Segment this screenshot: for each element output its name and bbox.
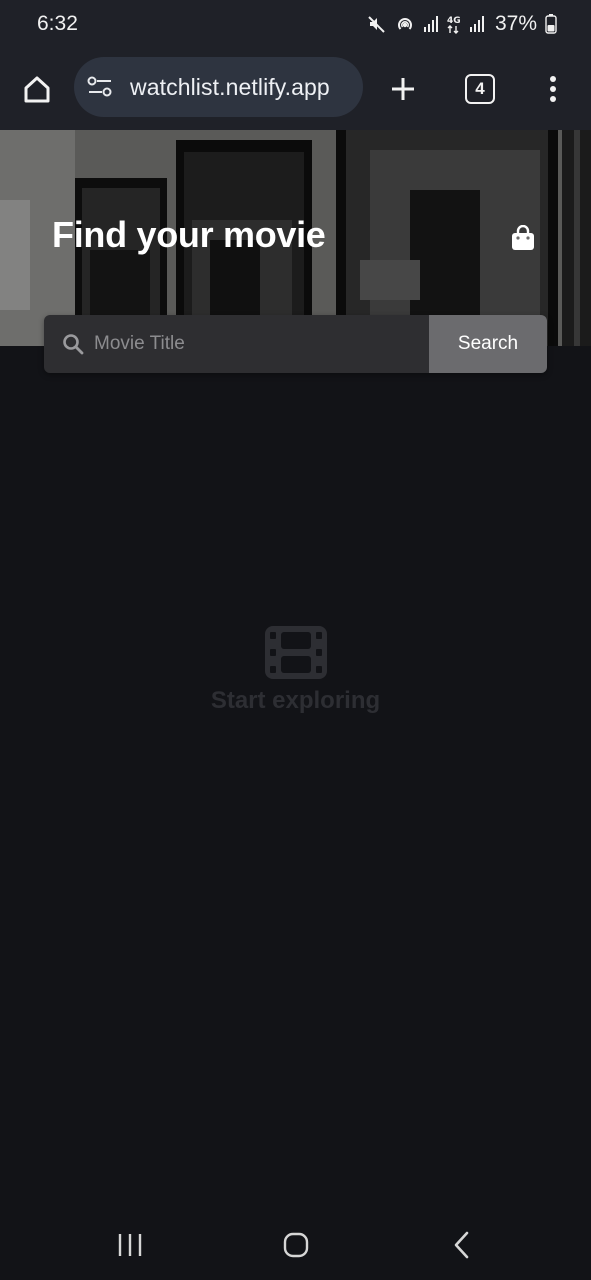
status-icons: 4G 37% xyxy=(367,12,557,36)
4g-icon: 4G xyxy=(447,14,461,34)
address-bar[interactable]: watchlist.netlify.app xyxy=(74,57,363,117)
browser-toolbar: watchlist.netlify.app 4 xyxy=(0,48,591,130)
new-tab-icon[interactable] xyxy=(384,70,422,108)
home-button-icon[interactable] xyxy=(283,1232,309,1258)
battery-percent: 37% xyxy=(494,12,537,35)
site-settings-icon[interactable] xyxy=(86,73,114,101)
search-field[interactable] xyxy=(44,315,429,373)
empty-state: Start exploring xyxy=(0,626,591,715)
battery-icon xyxy=(545,14,557,34)
search-icon xyxy=(62,333,84,355)
film-icon xyxy=(264,626,327,679)
screen: 6:32 4G 37% watchlist.netlify.app 4 Find… xyxy=(0,0,591,1280)
search-bar: Search xyxy=(44,315,547,373)
search-button[interactable]: Search xyxy=(429,315,547,373)
back-icon[interactable] xyxy=(452,1230,472,1260)
tab-count: 4 xyxy=(475,79,485,98)
tabs-icon[interactable]: 4 xyxy=(465,74,495,104)
page-title: Find your movie xyxy=(52,214,326,255)
hero-banner: Find your movie xyxy=(0,130,591,346)
signal-icon xyxy=(469,15,485,33)
system-nav-bar xyxy=(0,1210,591,1280)
empty-state-text: Start exploring xyxy=(210,687,381,714)
hotspot-icon xyxy=(395,14,415,34)
recent-apps-icon[interactable] xyxy=(117,1232,145,1258)
status-time: 6:32 xyxy=(37,12,78,35)
status-bar: 6:32 4G 37% xyxy=(0,0,591,48)
signal-icon xyxy=(423,15,439,33)
search-input[interactable] xyxy=(94,333,429,355)
url-text[interactable]: watchlist.netlify.app xyxy=(130,74,330,101)
menu-icon[interactable] xyxy=(538,70,568,108)
network-label: 4G xyxy=(447,16,461,26)
home-icon[interactable] xyxy=(18,70,56,108)
shopping-bag-icon[interactable] xyxy=(511,224,535,251)
mute-icon xyxy=(367,14,387,34)
